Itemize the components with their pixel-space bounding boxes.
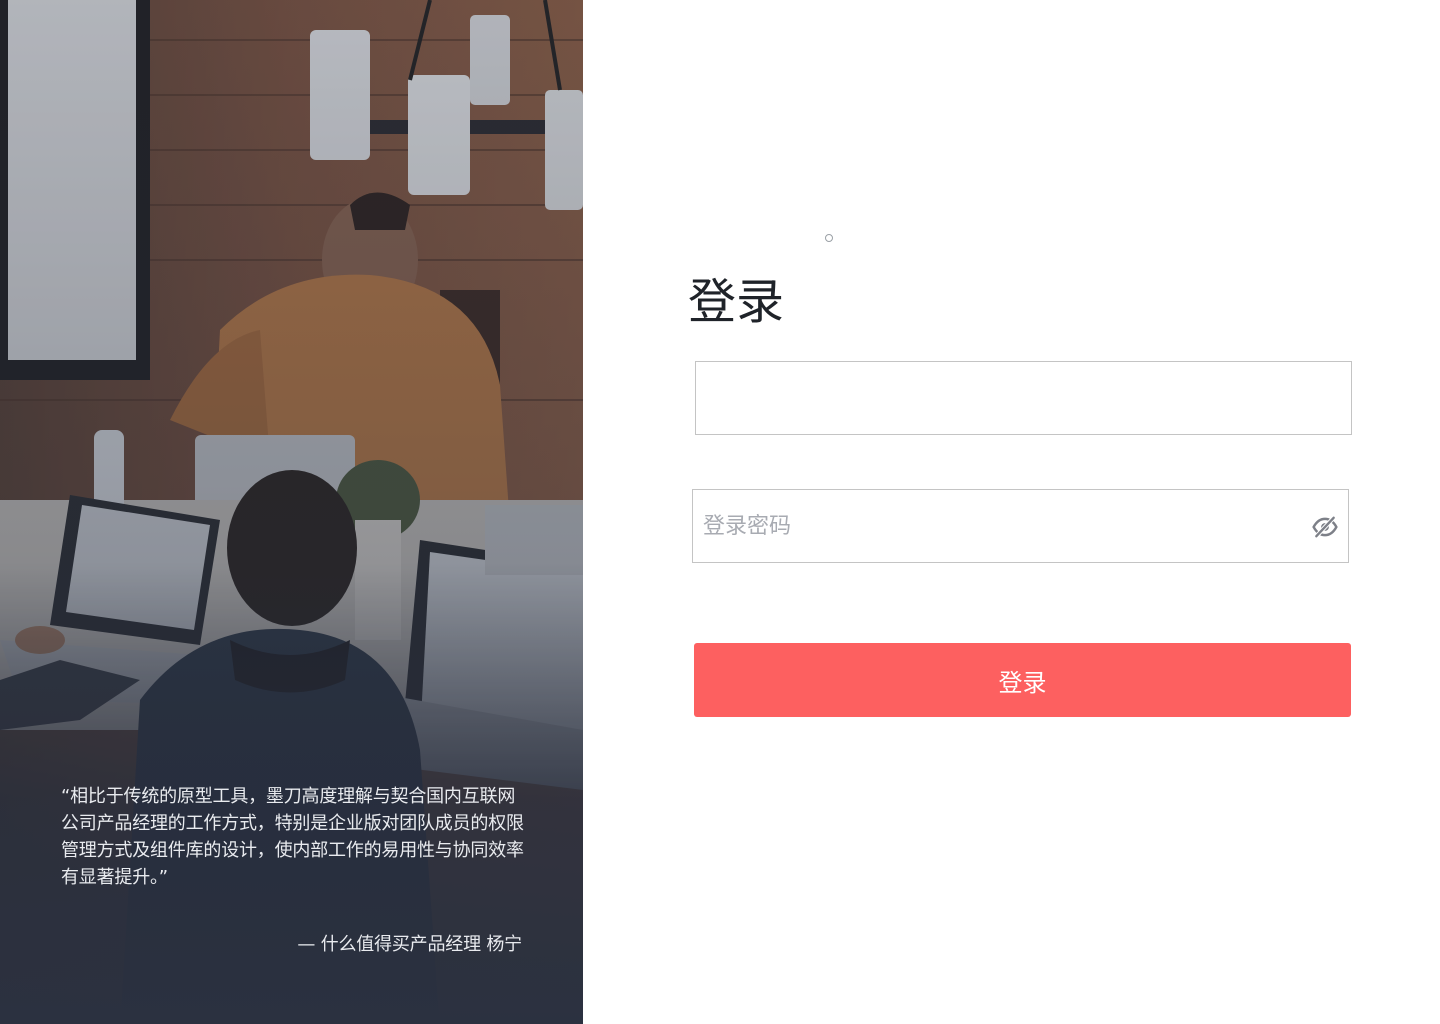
eye-slash-icon[interactable]: [1312, 514, 1338, 540]
password-field: [692, 489, 1349, 563]
testimonial-quote: “相比于传统的原型工具，墨刀高度理解与契合国内互联网公司产品经理的工作方式，特别…: [61, 786, 524, 888]
testimonial-author: — 什么值得买产品经理 杨宁: [297, 934, 522, 955]
username-input[interactable]: [696, 362, 1351, 434]
hero-panel: “相比于传统的原型工具，墨刀高度理解与契合国内互联网公司产品经理的工作方式，特别…: [0, 0, 583, 1024]
loading-indicator-icon: [825, 234, 833, 242]
username-field: [695, 361, 1352, 435]
login-title: 登录: [688, 274, 785, 330]
login-page: “相比于传统的原型工具，墨刀高度理解与契合国内互联网公司产品经理的工作方式，特别…: [0, 0, 1440, 1024]
password-input[interactable]: [693, 490, 1348, 562]
login-button[interactable]: 登录: [694, 643, 1351, 717]
